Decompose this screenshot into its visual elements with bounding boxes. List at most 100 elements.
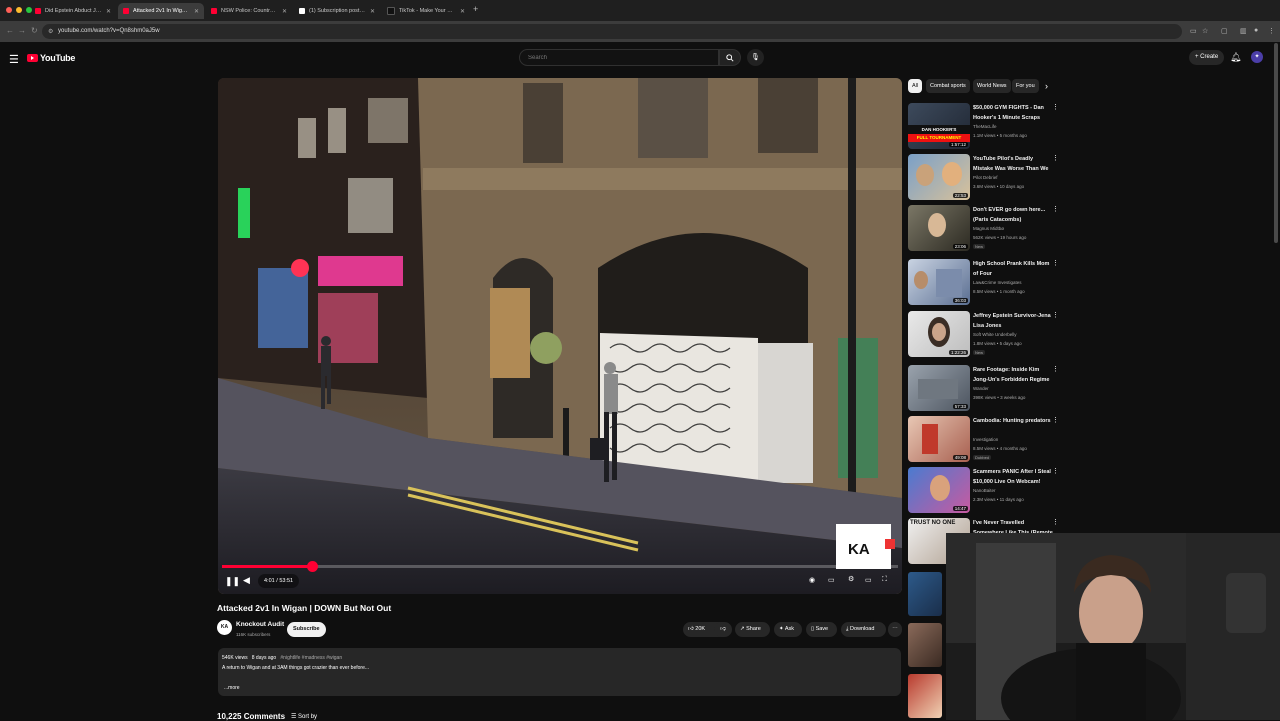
video-thumbnail[interactable]: 57:33 [908, 365, 970, 411]
bookmark-star-icon[interactable]: ☆ [1202, 27, 1208, 35]
url-field[interactable]: ⚙ youtube.com/watch?v=Qn8shm0aJ5w [42, 24, 1182, 39]
fullscreen-icon[interactable]: ⛶ [882, 576, 887, 584]
search-button[interactable] [719, 49, 741, 66]
channel-watermark[interactable]: KA [836, 524, 895, 569]
description-box[interactable]: 546K views 8 days ago #nightlife #madnes… [218, 648, 901, 696]
recommendation-item[interactable]: DAN HOOKER'S FULL TOURNAMENT 1:57:12 $50… [908, 103, 1059, 151]
extensions-icon[interactable]: ▢ [1221, 27, 1228, 35]
recommendation-item[interactable]: 49:08 Cambodia: Hunting predators Invest… [908, 416, 1059, 464]
more-vertical-icon[interactable]: ⋮ [1052, 103, 1059, 111]
page-scrollbar[interactable] [1274, 43, 1278, 243]
recommendation-item[interactable]: 14:47 Scammers PANIC After I Steal $10,0… [908, 467, 1059, 515]
video-thumbnail[interactable]: 14:47 [908, 467, 970, 513]
more-vertical-icon[interactable]: ⋮ [1052, 467, 1059, 475]
comments-sort-button[interactable]: ☰ Sort by [291, 713, 317, 720]
chip-all[interactable]: All [908, 79, 923, 93]
video-thumbnail[interactable]: 49:08 [908, 416, 970, 462]
scrubber-handle[interactable] [306, 561, 318, 572]
more-vertical-icon[interactable]: ⋮ [1052, 311, 1059, 319]
tab-close-icon[interactable]: ✕ [370, 8, 375, 15]
search-input[interactable] [526, 54, 710, 62]
dislike-button[interactable]: 👎︎ [714, 622, 732, 637]
recommendation-channel[interactable]: TheMacLife [973, 124, 997, 129]
site-info-icon[interactable]: ⚙ [48, 28, 53, 35]
recommendation-title[interactable]: High School Prank Kills Mom of Four [973, 259, 1053, 279]
more-vertical-icon[interactable]: ⋮ [1052, 416, 1059, 424]
channel-name[interactable]: Knockout Audit [236, 621, 284, 628]
more-vertical-icon[interactable]: ⋮ [1052, 205, 1059, 213]
browser-tab-4[interactable]: (1) Subscription posts by Wi ✕ [294, 3, 380, 19]
back-icon[interactable]: ← [6, 26, 14, 35]
tab-close-icon[interactable]: ✕ [106, 8, 111, 15]
chip-world-news[interactable]: World News [973, 79, 1011, 93]
recommendation-title[interactable]: Don't EVER go down here... (Paris Cataco… [973, 205, 1053, 225]
recommendation-title[interactable]: Scammers PANIC After I Steal $10,000 Liv… [973, 467, 1053, 487]
recommendation-title[interactable]: Rare Footage: Inside Kim Jong-Un's Forbi… [973, 365, 1053, 385]
recommendation-channel[interactable]: Law&Crime Investigates [973, 280, 1022, 285]
autoplay-toggle-icon[interactable]: ◉ [809, 576, 815, 584]
recommendation-item[interactable]: 23:06 Don't EVER go down here... (Paris … [908, 205, 1059, 253]
recommendation-title[interactable]: Cambodia: Hunting predators [973, 416, 1053, 426]
subscribe-button[interactable]: Subscribe [287, 622, 326, 637]
browser-tab-5[interactable]: TikTok - Make Your Day ✕ [382, 3, 470, 19]
search-box[interactable] [519, 49, 719, 66]
video-thumbnail[interactable]: DAN HOOKER'S FULL TOURNAMENT 1:57:12 [908, 103, 970, 149]
browser-tab-1[interactable]: Did Epstein Abduct JonBenét ✕ [30, 3, 116, 19]
pause-icon[interactable]: ❚❚ [225, 576, 240, 587]
sidebar-toggle-icon[interactable]: ▥ [1240, 27, 1247, 35]
video-thumbnail[interactable] [908, 623, 942, 667]
video-thumbnail[interactable] [908, 674, 942, 718]
channel-avatar[interactable]: KA [217, 620, 232, 635]
close-window-icon[interactable] [6, 7, 12, 13]
recommendation-channel[interactable]: Wander [973, 386, 989, 391]
recommendation-channel[interactable]: Pilot Debrief [973, 175, 998, 180]
settings-gear-icon[interactable]: ⚙ [848, 575, 854, 583]
subtitles-icon[interactable]: ▭ [828, 576, 835, 584]
youtube-logo[interactable]: YouTube [27, 53, 75, 63]
more-vertical-icon[interactable]: ⋮ [1052, 518, 1059, 526]
share-button[interactable]: ↗ Share [735, 622, 770, 637]
browser-menu-icon[interactable]: ⋮ [1268, 27, 1275, 35]
minimize-window-icon[interactable] [16, 7, 22, 13]
recommendation-title[interactable]: $50,000 GYM FIGHTS - Dan Hooker's 1 Minu… [973, 103, 1053, 123]
chevron-right-icon[interactable]: › [1045, 81, 1048, 91]
video-player[interactable]: ❚❚ ◀︎ 4:01 / 53:51 ◉ ▭ ⚙ ▭ ⛶ KA [218, 78, 902, 594]
browser-tab-3[interactable]: NSW Police: Country Cop vs ✕ [206, 3, 292, 19]
progress-bar[interactable] [222, 561, 898, 572]
video-thumbnail[interactable]: 1:22:26 [908, 311, 970, 357]
forward-icon[interactable]: → [18, 26, 26, 35]
recommendation-channel[interactable]: Magnus Midtbø [973, 226, 1004, 231]
notifications-bell-icon[interactable]: 🔔︎ [1230, 52, 1241, 63]
account-avatar[interactable]: ✦ [1251, 51, 1263, 63]
recommendation-item[interactable]: 1:22:26 Jeffrey Epstein Survivor-Jena Li… [908, 311, 1059, 359]
cast-icon[interactable]: ▭ [1190, 27, 1197, 35]
video-thumbnail[interactable]: 22:53 [908, 154, 970, 200]
recommendation-item[interactable]: 36:03 High School Prank Kills Mom of Fou… [908, 259, 1059, 307]
save-button[interactable]: ▯ Save [806, 622, 837, 637]
profile-icon[interactable]: ● [1254, 27, 1258, 34]
create-button[interactable]: + Create [1189, 50, 1225, 65]
description-more-link[interactable]: ...more [224, 685, 240, 691]
video-thumbnail[interactable] [908, 572, 942, 616]
more-vertical-icon[interactable]: ⋮ [1052, 365, 1059, 373]
theater-mode-icon[interactable]: ▭ [865, 576, 872, 584]
more-vertical-icon[interactable]: ⋮ [1052, 154, 1059, 162]
ask-button[interactable]: ✦ Ask [774, 622, 802, 637]
recommendation-title[interactable]: Jeffrey Epstein Survivor-Jena Lisa Jones [973, 311, 1053, 331]
video-thumbnail[interactable]: 36:03 [908, 259, 970, 305]
voice-search-button[interactable]: 🎙 [747, 49, 764, 66]
video-thumbnail[interactable]: 23:06 [908, 205, 970, 251]
recommendation-channel[interactable]: NanoBaiter [973, 488, 996, 493]
reload-icon[interactable]: ↻ [31, 26, 38, 35]
guide-menu-icon[interactable]: ☰ [9, 53, 19, 66]
recommendation-title[interactable]: YouTube Pilot's Deadly Mistake Was Worse… [973, 154, 1053, 174]
tab-close-icon[interactable]: ✕ [460, 8, 465, 15]
new-tab-icon[interactable]: + [473, 4, 478, 14]
recommendation-item[interactable]: 57:33 Rare Footage: Inside Kim Jong-Un's… [908, 365, 1059, 413]
chip-for-you[interactable]: For you [1012, 79, 1039, 93]
browser-tab-2[interactable]: Attacked 2v1 In Wigan | D ✕ [118, 3, 204, 19]
tab-close-icon[interactable]: ✕ [282, 8, 287, 15]
volume-icon[interactable]: ◀︎ [243, 575, 250, 586]
recommendation-item[interactable]: 22:53 YouTube Pilot's Deadly Mistake Was… [908, 154, 1059, 202]
hashtags[interactable]: #nightlife #madness #wigan [280, 655, 342, 661]
